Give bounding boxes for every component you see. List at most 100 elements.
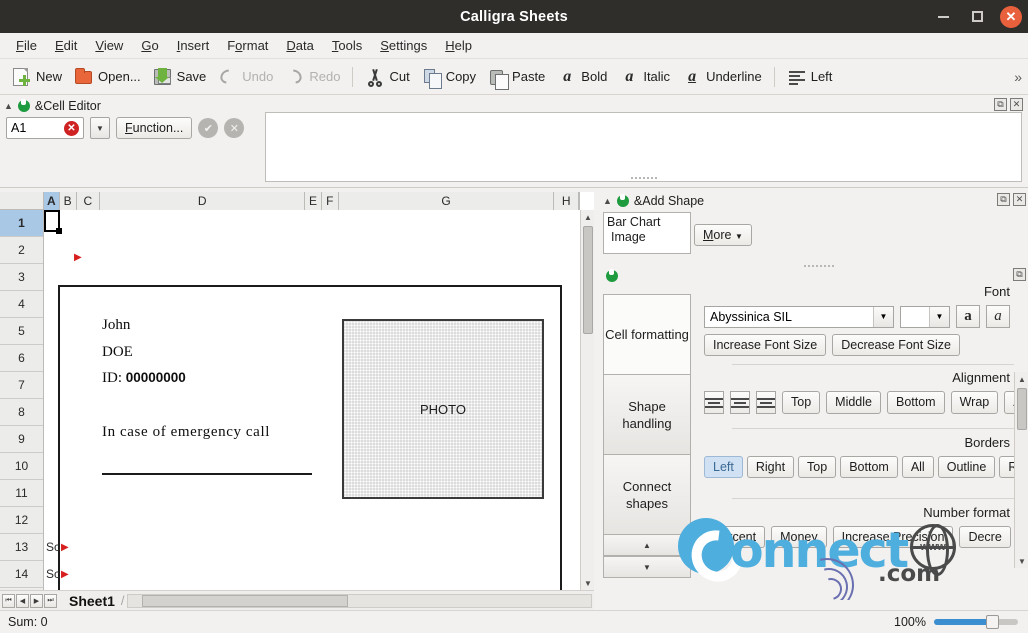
row-header-5[interactable]: 5 [0, 318, 43, 345]
row-header-6[interactable]: 6 [0, 345, 43, 372]
dock-vertical-scrollbar[interactable]: ▲ ▼ [1014, 372, 1028, 568]
chevron-down-icon-size[interactable]: ▼ [929, 307, 949, 327]
column-header-h[interactable]: H [554, 192, 579, 210]
toolbar-paste-button[interactable]: Paste [482, 64, 551, 90]
close-icon-2[interactable]: ✕ [1013, 193, 1026, 206]
format-tab-cell-formatting[interactable]: Cell formatting [603, 294, 691, 374]
row-header-12[interactable]: 12 [0, 507, 43, 534]
row-header-14[interactable]: 14 [0, 561, 43, 588]
dock-scroll-down-icon[interactable]: ▼ [1015, 554, 1028, 568]
menu-data[interactable]: Data [278, 35, 321, 56]
menu-go[interactable]: Go [133, 35, 166, 56]
font-family-select[interactable]: Abyssinica SIL ▼ [704, 306, 894, 328]
menu-tools[interactable]: Tools [324, 35, 370, 56]
select-all-corner[interactable] [0, 192, 44, 210]
formula-input[interactable] [265, 112, 1022, 182]
sheet-tab-sheet1[interactable]: Sheet1 [63, 593, 121, 609]
zoom-slider[interactable] [934, 619, 1018, 625]
border-top-button[interactable]: Top [798, 456, 836, 478]
dock-scroll-up-icon[interactable]: ▲ [1015, 372, 1028, 386]
row-header-2[interactable]: 2 [0, 237, 43, 264]
resize-grip[interactable] [630, 176, 658, 180]
toolbar-save-button[interactable]: Save [147, 64, 213, 90]
grid-area[interactable]: ▶ John DOE ID: 00000000 In case of emerg… [44, 210, 580, 590]
cell-reference-input[interactable]: A1 ✕ [6, 117, 84, 139]
first-sheet-button[interactable]: ⏮ [2, 594, 15, 608]
menu-help[interactable]: Help [437, 35, 480, 56]
align-right-icon-button[interactable] [756, 391, 776, 414]
column-header-c[interactable]: C [77, 192, 101, 210]
close-button[interactable]: ✕ [1000, 6, 1022, 28]
format-tab-scroll-down[interactable]: ▼ [603, 556, 691, 578]
row-header-7[interactable]: 7 [0, 372, 43, 399]
align-middle-button[interactable]: Middle [826, 391, 881, 414]
border-all-button[interactable]: All [902, 456, 934, 478]
row-header-11[interactable]: 11 [0, 480, 43, 507]
wrap-text-button[interactable]: Wrap [951, 391, 999, 414]
font-size-select[interactable]: ▼ [900, 306, 950, 328]
toolbar-copy-button[interactable]: Copy [416, 64, 482, 90]
cell-a13[interactable]: Sc▶ [46, 540, 69, 554]
format-tab-scroll-up[interactable]: ▲ [603, 534, 691, 556]
id-card-shape[interactable]: John DOE ID: 00000000 In case of emergen… [58, 285, 562, 590]
collapse-caret-icon[interactable]: ▲ [4, 101, 13, 111]
format-tab-connect-shapes[interactable]: Connect shapes [603, 454, 691, 534]
decrease-font-size-button[interactable]: Decrease Font Size [832, 334, 960, 356]
toolbar-overflow-button[interactable]: » [1014, 69, 1022, 85]
menu-view[interactable]: View [87, 35, 131, 56]
clear-reference-icon[interactable]: ✕ [64, 121, 79, 136]
sheet-vertical-scrollbar[interactable]: ▲ ▼ [580, 210, 594, 590]
last-sheet-button[interactable]: ⏭ [44, 594, 57, 608]
hscroll-thumb[interactable] [142, 595, 348, 607]
toolbar-align-left-button[interactable]: Left [781, 64, 839, 90]
align-bottom-button[interactable]: Bottom [887, 391, 945, 414]
shape-bar-chart-item[interactable]: Bar Chart [607, 215, 661, 229]
align-center-icon-button[interactable] [730, 391, 750, 414]
cell-a14[interactable]: Sc▶ [46, 567, 69, 581]
float-icon-2[interactable]: ⧉ [997, 193, 1010, 206]
scroll-up-icon[interactable]: ▲ [581, 210, 595, 224]
toolbar-undo-button[interactable]: Undo [212, 64, 279, 90]
maximize-button[interactable] [966, 6, 988, 28]
border-outline-button[interactable]: Outline [938, 456, 996, 478]
float-icon-3[interactable]: ⧉ [1013, 268, 1026, 281]
column-header-e[interactable]: E [305, 192, 322, 210]
dock-scroll-thumb[interactable] [1017, 388, 1027, 430]
row-header-8[interactable]: 8 [0, 399, 43, 426]
column-header-g[interactable]: G [339, 192, 555, 210]
increase-font-size-button[interactable]: Increase Font Size [704, 334, 826, 356]
dock-resize-grip[interactable] [803, 264, 835, 269]
row-header-1[interactable]: 1 [0, 210, 43, 237]
increase-precision-button[interactable]: Increase Precision [833, 526, 954, 548]
menu-edit[interactable]: Edit [47, 35, 85, 56]
align-top-button[interactable]: Top [782, 391, 820, 414]
shape-image-item[interactable]: Image [611, 230, 646, 244]
decrease-precision-button[interactable]: Decre [959, 526, 1010, 548]
percent-button[interactable]: Percent [704, 526, 765, 548]
function-button[interactable]: Function... [116, 117, 192, 139]
column-header-b[interactable]: B [60, 192, 77, 210]
toolbar-italic-button[interactable]: a Italic [613, 64, 676, 90]
row-header-13[interactable]: 13 [0, 534, 43, 561]
column-header-a[interactable]: A [44, 192, 60, 210]
align-left-icon-button[interactable] [704, 391, 724, 414]
menu-format[interactable]: Format [219, 35, 276, 56]
menu-settings[interactable]: Settings [372, 35, 435, 56]
italic-a-icon-button[interactable]: a [986, 305, 1010, 328]
chevron-down-icon-font[interactable]: ▼ [873, 307, 893, 327]
minimize-button[interactable] [932, 6, 954, 28]
row-header-3[interactable]: 3 [0, 264, 43, 291]
money-button[interactable]: Money [771, 526, 827, 548]
format-tab-shape-handling[interactable]: Shape handling [603, 374, 691, 454]
toolbar-new-button[interactable]: New [6, 64, 68, 90]
toolbar-redo-button[interactable]: Redo [279, 64, 346, 90]
cell-reference-dropdown[interactable]: ▼ [90, 117, 110, 139]
menu-file[interactable]: File [8, 35, 45, 56]
menu-insert[interactable]: Insert [169, 35, 218, 56]
photo-placeholder[interactable]: PHOTO [342, 319, 544, 499]
border-left-button[interactable]: Left [704, 456, 743, 478]
border-right-button[interactable]: Right [747, 456, 794, 478]
row-header-9[interactable]: 9 [0, 426, 43, 453]
float-icon[interactable]: ⧉ [994, 98, 1007, 111]
accept-formula-button[interactable]: ✔ [198, 118, 218, 138]
